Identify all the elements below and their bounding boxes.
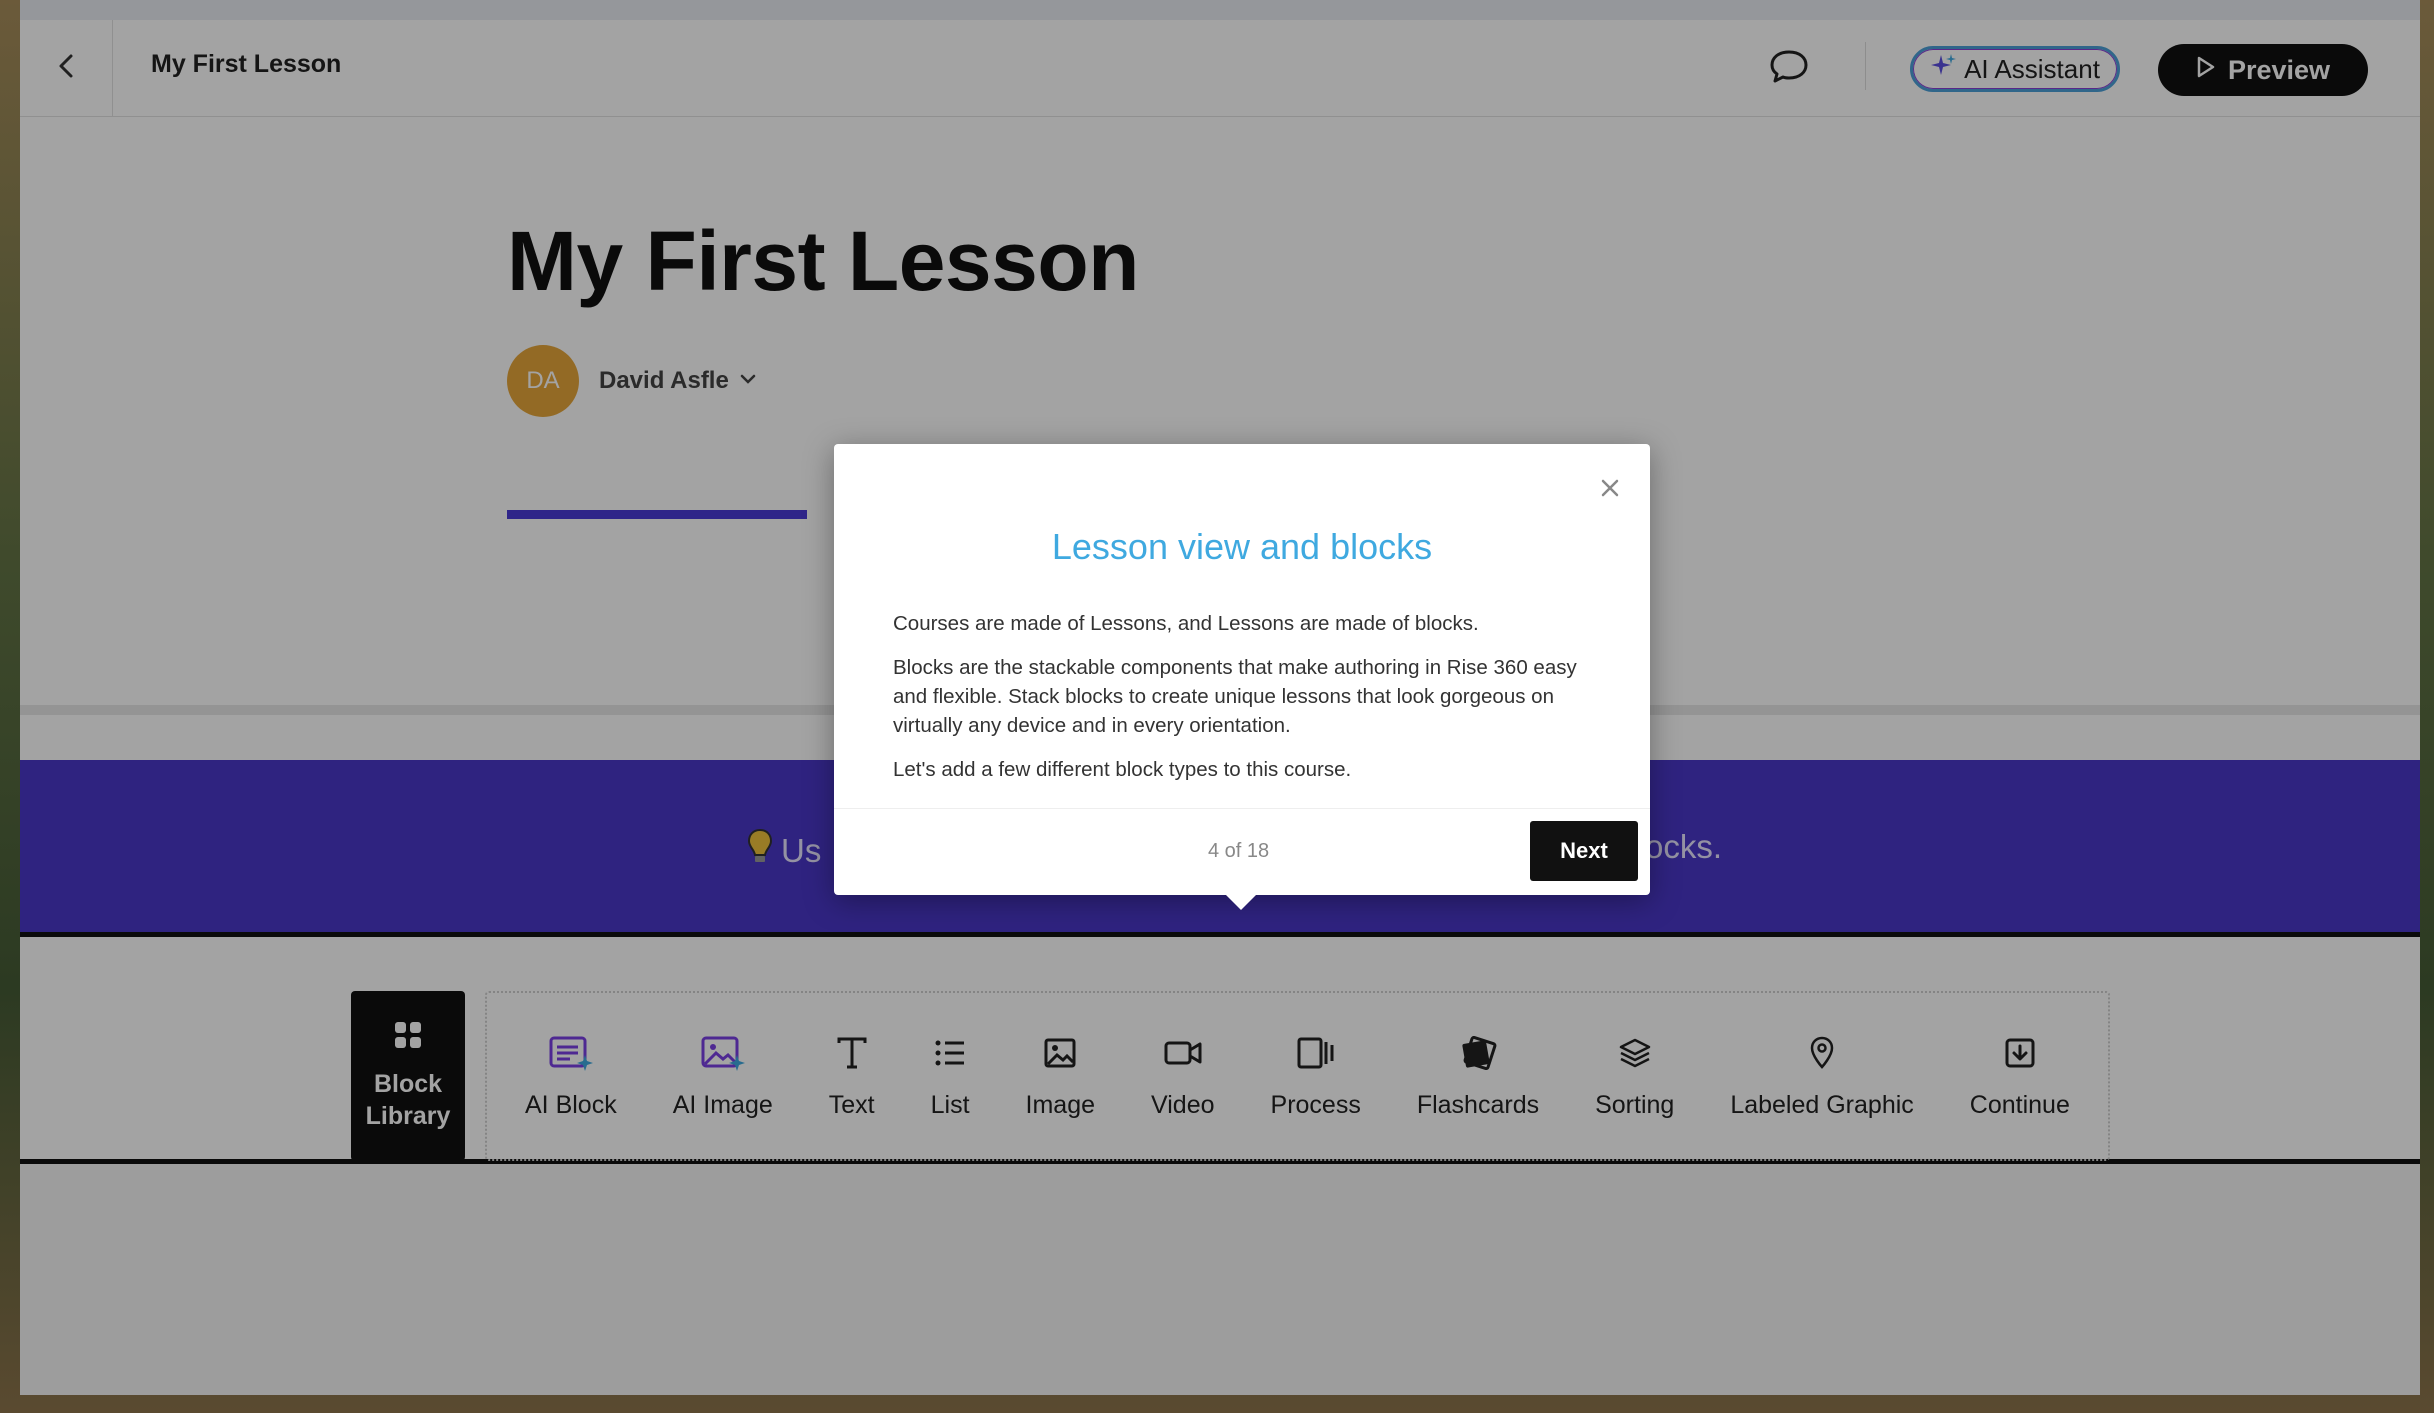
block-labeled-graphic[interactable]: Labeled Graphic (1722, 1033, 1921, 1120)
block-image[interactable]: Image (1018, 1033, 1103, 1120)
popup-paragraph: Courses are made of Lessons, and Lessons… (893, 612, 1479, 635)
lightbulb-icon (747, 828, 773, 874)
block-ai-image[interactable]: AI Image (665, 1033, 781, 1120)
block-library-label-2: Library (365, 1102, 451, 1130)
preview-button[interactable]: Preview (2158, 44, 2368, 96)
avatar: DA (507, 345, 579, 417)
grid-icon (393, 1020, 423, 1068)
tip-text-start: Us (747, 828, 821, 874)
popup-pointer-arrow (1225, 894, 1257, 910)
popup-paragraph: Blocks are the stackable components that… (893, 656, 1577, 737)
list-icon (934, 1033, 966, 1073)
continue-icon (2004, 1033, 2036, 1073)
block-sorting[interactable]: Sorting (1587, 1033, 1682, 1120)
block-label: Sorting (1595, 1090, 1675, 1119)
block-label: Video (1151, 1090, 1215, 1119)
video-icon (1164, 1033, 1202, 1073)
block-label: AI Image (672, 1090, 773, 1119)
block-label: AI Block (525, 1090, 617, 1119)
comments-button[interactable] (1768, 48, 1810, 86)
block-label: Image (1025, 1090, 1096, 1119)
popup-body: Courses are made of Lessons, and Lessons… (893, 609, 1590, 799)
block-label: Text (828, 1090, 875, 1119)
ai-block-icon (548, 1033, 594, 1073)
tip-text-end: ocks. (1645, 828, 1723, 865)
lesson-canvas-bottom (20, 1164, 2420, 1395)
app-window: My First Lesson AI Assistant Preview My … (20, 0, 2420, 1395)
play-icon (2196, 55, 2216, 86)
topbar-title: My First Lesson (151, 50, 342, 78)
close-icon (1600, 479, 1620, 502)
block-label: Labeled Graphic (1730, 1090, 1914, 1119)
block-toolbar: Block Library AI Block AI Image Text Lis… (20, 937, 2420, 1164)
popup-footer: 4 of 18 Next (834, 808, 1650, 895)
block-ai-block[interactable]: AI Block (517, 1033, 625, 1120)
top-bar: My First Lesson AI Assistant Preview (20, 20, 2420, 117)
tour-popup: Lesson view and blocks Courses are made … (834, 444, 1650, 910)
author-selector[interactable]: DA David Asfle (507, 345, 757, 417)
block-list[interactable]: List (923, 1033, 978, 1120)
ai-assistant-label: AI Assistant (1964, 53, 2100, 84)
step-counter: 4 of 18 (1208, 840, 1270, 862)
ai-assistant-button[interactable]: AI Assistant (1910, 46, 2120, 92)
block-flashcards[interactable]: Flashcards (1409, 1033, 1547, 1120)
block-library-label-1: Block (373, 1070, 443, 1098)
ai-image-icon (700, 1033, 746, 1073)
author-name: David Asfle (599, 367, 729, 394)
close-button[interactable] (1600, 478, 1620, 503)
popup-paragraph: Let's add a few different block types to… (893, 758, 1352, 781)
lesson-title[interactable]: My First Lesson (507, 213, 1139, 310)
toolbar-divider (1865, 42, 1866, 90)
flashcards-icon (1458, 1033, 1498, 1073)
process-icon (1297, 1033, 1335, 1073)
block-library-button[interactable]: Block Library (351, 991, 465, 1161)
back-button[interactable] (20, 20, 113, 116)
block-video[interactable]: Video (1143, 1033, 1223, 1120)
next-button[interactable]: Next (1530, 821, 1638, 881)
block-continue[interactable]: Continue (1962, 1033, 2078, 1120)
block-text[interactable]: Text (821, 1033, 883, 1120)
block-type-list: AI Block AI Image Text List Image Video … (485, 991, 2110, 1161)
block-process[interactable]: Process (1263, 1033, 1369, 1120)
block-label: Flashcards (1416, 1090, 1540, 1119)
chevron-down-icon (739, 372, 757, 390)
text-icon (836, 1033, 868, 1073)
sparkle-icon (1930, 52, 1958, 87)
lesson-header-accent-bar (507, 510, 807, 519)
block-label: Continue (1969, 1090, 2070, 1119)
preview-label: Preview (2227, 54, 2331, 85)
image-icon (1044, 1033, 1076, 1073)
browser-top-strip (20, 0, 2420, 20)
block-label: Process (1270, 1090, 1361, 1119)
sorting-icon (1618, 1033, 1652, 1073)
tip-start-label: Us (781, 832, 822, 869)
chevron-left-icon (57, 53, 75, 84)
popup-title: Lesson view and blocks (1051, 526, 1433, 567)
block-label: List (930, 1090, 970, 1119)
speech-bubble-icon (1768, 50, 1810, 90)
labeled-graphic-icon (1808, 1033, 1836, 1073)
